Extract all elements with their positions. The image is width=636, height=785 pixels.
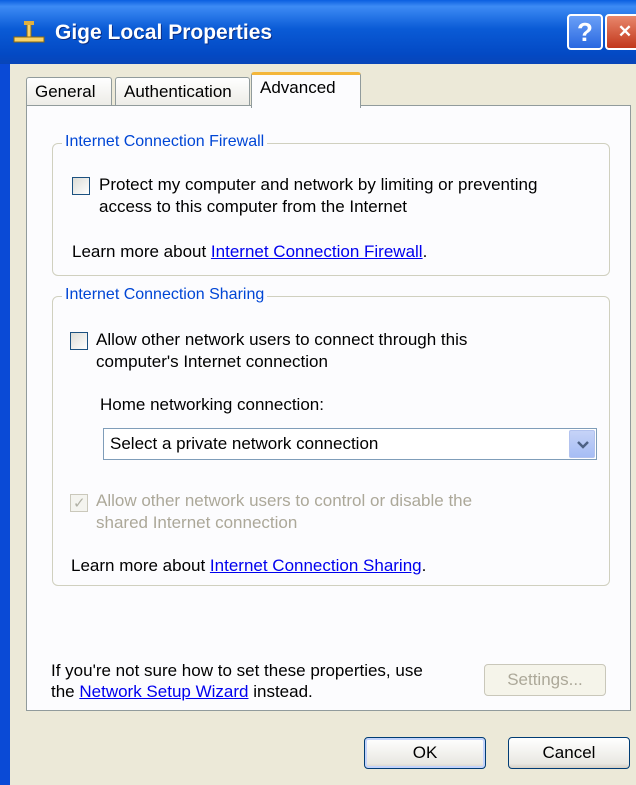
firewall-checkbox-label-line2[interactable]: access to this computer from the Interne… bbox=[99, 196, 407, 218]
setup-info-line1: If you're not sure how to set these prop… bbox=[51, 661, 423, 680]
window-frame bbox=[0, 64, 10, 785]
setup-info-suffix: instead. bbox=[248, 682, 313, 701]
sharing-learn-prefix: Learn more about bbox=[71, 556, 210, 575]
setup-info-prefix: the bbox=[51, 682, 80, 701]
setup-info-line2: the Network Setup Wizard instead. bbox=[51, 681, 313, 703]
help-button[interactable]: ? bbox=[567, 14, 603, 50]
firewall-group-title: Internet Connection Firewall bbox=[62, 133, 268, 151]
cancel-button[interactable]: Cancel bbox=[508, 737, 630, 769]
firewall-group: Internet Connection Firewall Protect my … bbox=[52, 133, 610, 276]
sharing-learn-link[interactable]: Internet Connection Sharing bbox=[210, 556, 422, 575]
network-setup-wizard-link[interactable]: Network Setup Wizard bbox=[79, 682, 248, 701]
checkmark-icon: ✓ bbox=[73, 495, 86, 512]
title-bar[interactable]: Gige Local Properties ? ✕ bbox=[0, 0, 636, 64]
firewall-learn-prefix: Learn more about bbox=[72, 242, 211, 261]
allow-connect-label-line1[interactable]: Allow other network users to connect thr… bbox=[96, 329, 467, 351]
firewall-checkbox-label-line1[interactable]: Protect my computer and network by limit… bbox=[99, 174, 537, 196]
window-title: Gige Local Properties bbox=[55, 21, 273, 44]
firewall-learn-more: Learn more about Internet Connection Fir… bbox=[72, 241, 427, 263]
ok-button[interactable]: OK bbox=[364, 737, 486, 769]
sharing-group: Internet Connection Sharing Allow other … bbox=[52, 286, 610, 586]
settings-button[interactable]: Settings... bbox=[484, 664, 606, 696]
sharing-group-title: Internet Connection Sharing bbox=[62, 286, 268, 304]
firewall-learn-link[interactable]: Internet Connection Firewall bbox=[211, 242, 423, 261]
network-connection-icon bbox=[13, 21, 45, 43]
close-icon: ✕ bbox=[617, 22, 633, 41]
properties-dialog: Gige Local Properties ? ✕ General Authen… bbox=[0, 0, 636, 785]
firewall-learn-suffix: . bbox=[422, 242, 428, 261]
allow-connect-label-line2[interactable]: computer's Internet connection bbox=[96, 351, 328, 373]
allow-control-label-line1[interactable]: Allow other network users to control or … bbox=[96, 490, 472, 512]
advanced-tab-panel: Internet Connection Firewall Protect my … bbox=[26, 105, 631, 711]
tab-general[interactable]: General bbox=[26, 77, 112, 106]
allow-connect-checkbox[interactable] bbox=[70, 332, 88, 350]
allow-control-checkbox[interactable]: ✓ bbox=[70, 494, 88, 512]
tab-advanced[interactable]: Advanced bbox=[251, 72, 361, 108]
home-network-select-value: Select a private network connection bbox=[110, 434, 379, 453]
close-button[interactable]: ✕ bbox=[605, 14, 636, 50]
home-network-select[interactable]: Select a private network connection bbox=[103, 428, 597, 460]
chevron-down-icon[interactable] bbox=[569, 430, 595, 458]
tab-authentication[interactable]: Authentication bbox=[115, 77, 250, 106]
home-networking-label: Home networking connection: bbox=[100, 395, 324, 414]
sharing-learn-suffix: . bbox=[421, 556, 427, 575]
firewall-checkbox[interactable] bbox=[72, 177, 90, 195]
sharing-learn-more: Learn more about Internet Connection Sha… bbox=[71, 555, 426, 577]
allow-control-label-line2[interactable]: shared Internet connection bbox=[96, 512, 297, 534]
